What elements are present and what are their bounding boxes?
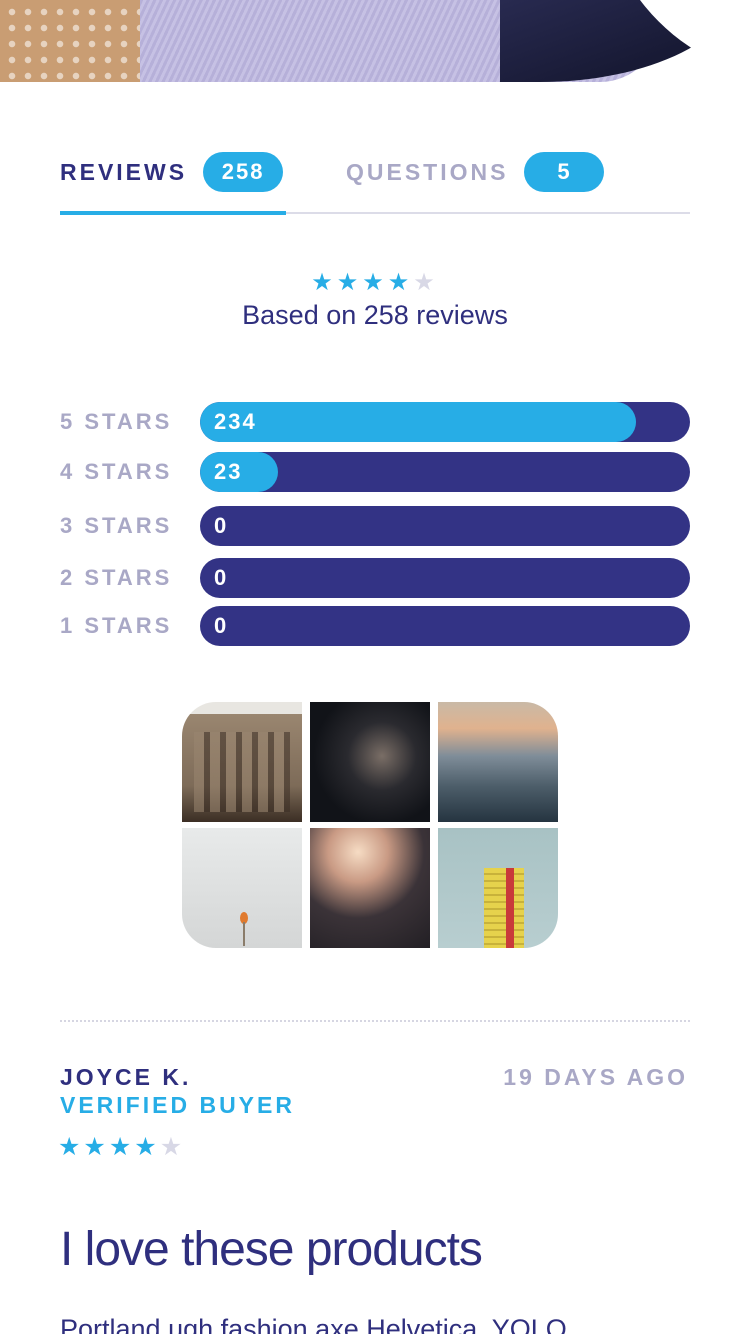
tab-reviews[interactable]: REVIEWS 258: [60, 150, 284, 194]
summary-text: Based on 258 reviews: [242, 300, 508, 330]
section-divider: [60, 1020, 690, 1022]
questions-count-badge: 5: [524, 152, 605, 192]
rating-count: 0: [214, 513, 229, 538]
tab-questions[interactable]: QUESTIONS 5: [346, 150, 605, 194]
verified-buyer-badge: VERIFIED BUYER: [60, 1092, 295, 1118]
person-photo[interactable]: [310, 828, 430, 948]
hero-image: [0, 0, 750, 82]
rating-row-1[interactable]: 1 STARS 0: [60, 606, 690, 646]
active-tab-indicator: [60, 211, 286, 215]
star-icon: ★: [58, 1133, 84, 1161]
tab-reviews-label: REVIEWS: [60, 158, 188, 185]
star-icon: ★: [83, 1133, 109, 1161]
star-icon: ★: [362, 269, 388, 296]
rating-row-2[interactable]: 2 STARS 0: [60, 558, 690, 598]
rating-row-label: 2 STARS: [60, 565, 173, 590]
rating-row-label: 3 STARS: [60, 513, 173, 538]
rating-row-label: 4 STARS: [60, 459, 173, 484]
rating-count: 0: [214, 613, 229, 638]
portrait-photo[interactable]: [310, 702, 430, 822]
rating-row-3[interactable]: 3 STARS 0: [60, 506, 690, 546]
rating-bar: 0: [200, 558, 690, 598]
rating-row-5[interactable]: 5 STARS 234: [60, 402, 690, 442]
rating-bar: 234: [200, 402, 690, 442]
rating-row-label: 5 STARS: [60, 409, 173, 434]
star-icon: ★: [134, 1133, 160, 1161]
rating-count: 23: [214, 459, 243, 484]
review-tabs: REVIEWS 258 QUESTIONS 5: [60, 150, 690, 215]
rating-bar: 23: [200, 452, 690, 492]
star-icon: ★: [311, 269, 337, 296]
review-title: I love these products: [60, 1223, 483, 1276]
rating-count: 234: [214, 409, 257, 434]
rating-row-label: 1 STARS: [60, 613, 173, 638]
building-photo[interactable]: [182, 702, 302, 822]
star-icon: ★: [108, 1133, 135, 1161]
review-photo-gallery: [182, 702, 558, 948]
rating-bar: 0: [200, 506, 690, 546]
review-date: 19 DAYS AGO: [503, 1064, 688, 1090]
rating-row-4[interactable]: 4 STARS 23: [60, 452, 690, 492]
rating-bar-fill: [200, 402, 637, 442]
reviews-count-badge: 258: [203, 152, 284, 192]
rating-count: 0: [214, 565, 229, 590]
star-icon: ★: [159, 1133, 186, 1161]
star-icon: ★: [387, 269, 414, 296]
review-body: Portland ugh fashion axe Helvetica, YOLO: [60, 1314, 567, 1334]
reviewer-name: JOYCE K.: [60, 1064, 192, 1090]
star-icon: ★: [336, 269, 363, 296]
tower-photo[interactable]: [438, 828, 558, 948]
rating-bar: 0: [200, 606, 690, 646]
clouds-photo[interactable]: [438, 702, 558, 822]
tab-questions-label: QUESTIONS: [346, 158, 509, 185]
review-rating-stars: ★★★★★: [58, 1132, 185, 1162]
flower-photo[interactable]: [182, 828, 302, 948]
star-icon: ★: [413, 269, 439, 296]
summary-rating-stars: ★★★★★: [0, 268, 750, 297]
